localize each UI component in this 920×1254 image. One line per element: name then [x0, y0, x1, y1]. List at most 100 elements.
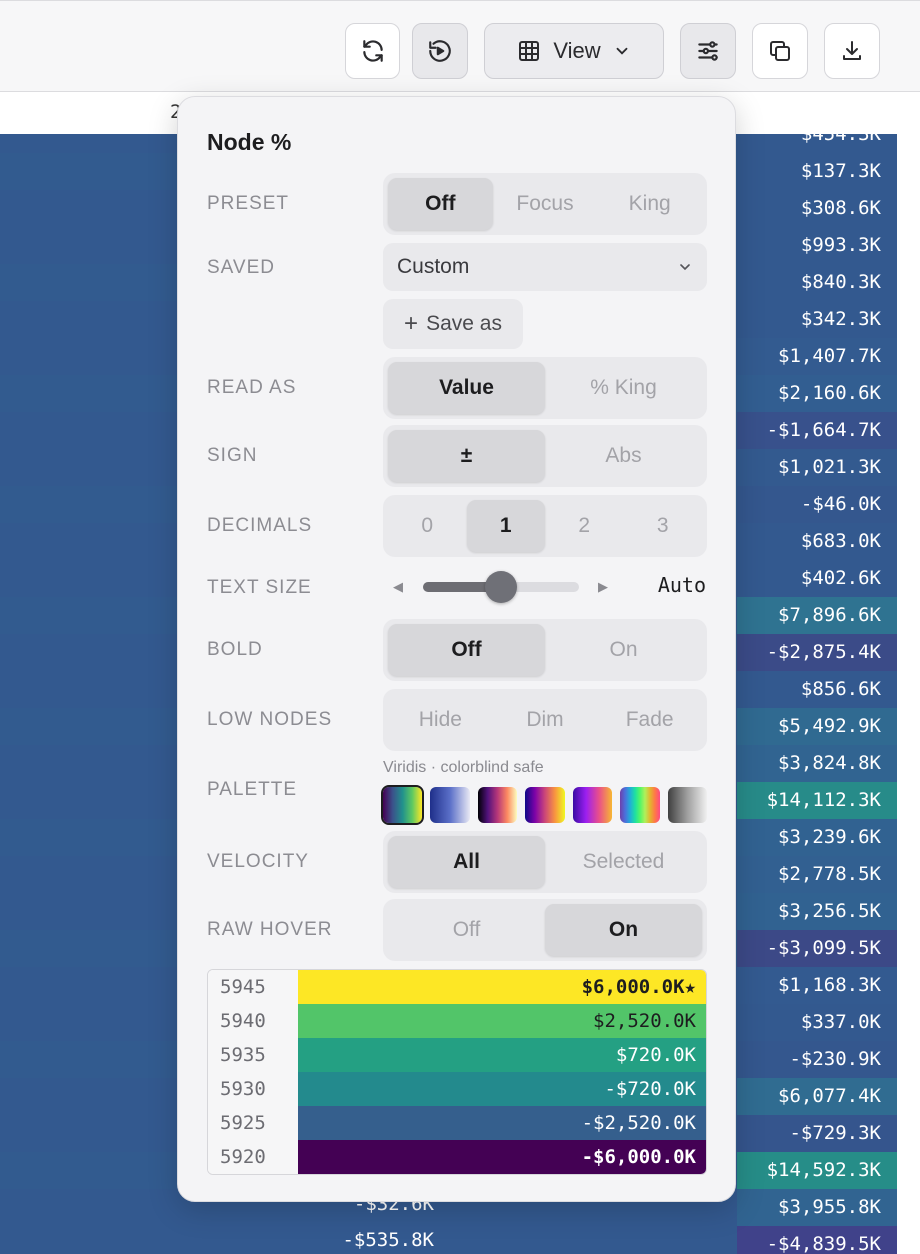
settings-sliders-button[interactable]: [680, 23, 736, 79]
heatmap-value-cell[interactable]: $1,407.7K: [737, 338, 897, 375]
decimals-option[interactable]: 2: [545, 500, 624, 552]
heatmap-value-cell[interactable]: $5,492.9K: [737, 708, 897, 745]
decimals-option[interactable]: 3: [624, 500, 703, 552]
heatmap-value-cell[interactable]: $308.6K: [737, 190, 897, 227]
heatmap-value-cell[interactable]: $3,256.5K: [737, 893, 897, 930]
palette-swatch[interactable]: [572, 787, 613, 823]
palette-swatch[interactable]: [525, 787, 565, 823]
scroll-gutter: [897, 967, 920, 1004]
scroll-gutter: [897, 930, 920, 967]
palette-swatch[interactable]: [477, 787, 518, 823]
scroll-gutter: [897, 264, 920, 301]
decimals-option[interactable]: 1: [466, 500, 545, 552]
replay-icon: [429, 40, 451, 62]
scroll-gutter: [897, 227, 920, 264]
heatmap-value-cell[interactable]: -$4,839.5K: [737, 1226, 897, 1254]
preset-option[interactable]: King: [597, 178, 702, 230]
palette-swatch[interactable]: [380, 785, 425, 825]
heatmap-value-cell[interactable]: $856.6K: [737, 671, 897, 708]
heatmap-value-cell[interactable]: -$3,099.5K: [737, 930, 897, 967]
heatmap-value-cell[interactable]: $342.3K: [737, 301, 897, 338]
heatmap-value-cell[interactable]: -$46.0K: [737, 486, 897, 523]
velocity-segmented-control: All Selected: [383, 831, 707, 893]
refresh-icon: [362, 40, 383, 62]
heatmap-value-cell[interactable]: $2,778.5K: [737, 856, 897, 893]
raw-hover-option[interactable]: Off: [388, 904, 545, 956]
scroll-gutter: [897, 1152, 920, 1189]
scroll-gutter: [897, 1004, 920, 1041]
palette-swatch[interactable]: [620, 787, 660, 823]
palette-swatch[interactable]: [430, 787, 470, 823]
heatmap-value-cell[interactable]: $454.3K: [737, 134, 897, 153]
heatmap-value-cell[interactable]: $337.0K: [737, 1004, 897, 1041]
refresh-button[interactable]: [345, 23, 400, 79]
sign-option[interactable]: ±: [388, 430, 545, 482]
copy-button[interactable]: [752, 23, 808, 79]
sign-option[interactable]: Abs: [545, 430, 702, 482]
scroll-gutter: [897, 560, 920, 597]
bold-option[interactable]: Off: [388, 624, 545, 676]
heatmap-value-cell[interactable]: $2,160.6K: [737, 375, 897, 412]
scroll-gutter: [897, 412, 920, 449]
download-button[interactable]: [824, 23, 880, 79]
heatmap-value-cell[interactable]: $7,896.6K: [737, 597, 897, 634]
legend-level: 5945: [208, 970, 298, 1004]
view-menu-button[interactable]: View: [484, 23, 664, 79]
low-nodes-option[interactable]: Fade: [597, 694, 702, 746]
heatmap-value-cell[interactable]: $3,824.8K: [737, 745, 897, 782]
heatmap-value-cell[interactable]: -$729.3K: [737, 1115, 897, 1152]
replay-button[interactable]: [412, 23, 468, 79]
velocity-option[interactable]: All: [388, 836, 545, 888]
heatmap-value-cell[interactable]: $402.6K: [737, 560, 897, 597]
scroll-gutter: [897, 782, 920, 819]
saved-label: SAVED: [207, 257, 276, 278]
preset-option[interactable]: Focus: [493, 178, 598, 230]
text-size-increase-icon[interactable]: ▶: [598, 579, 608, 595]
legend-value: $6,000.0K★: [298, 970, 706, 1004]
scroll-gutter: [897, 819, 920, 856]
heatmap-value-cell[interactable]: -$535.8K: [180, 1222, 450, 1254]
heatmap-value-cell[interactable]: -$1,664.7K: [737, 412, 897, 449]
text-size-value: Auto: [657, 573, 706, 597]
heatmap-value-cell[interactable]: -$2,875.4K: [737, 634, 897, 671]
read-as-option[interactable]: Value: [388, 362, 545, 414]
scroll-gutter: [897, 449, 920, 486]
text-size-slider-handle[interactable]: [485, 571, 517, 603]
heatmap-value-cell[interactable]: $14,112.3K: [737, 782, 897, 819]
bold-option[interactable]: On: [545, 624, 702, 676]
raw-hover-option[interactable]: On: [545, 904, 702, 956]
saved-select[interactable]: Custom: [383, 243, 707, 291]
text-size-decrease-icon[interactable]: ◀: [393, 579, 403, 595]
scroll-gutter: [897, 486, 920, 523]
heatmap-value-cell[interactable]: $840.3K: [737, 264, 897, 301]
preset-option[interactable]: Off: [388, 178, 493, 230]
low-nodes-option[interactable]: Dim: [493, 694, 598, 746]
scroll-gutter: [897, 190, 920, 227]
palette-swatch[interactable]: [667, 787, 707, 823]
scroll-gutter: [897, 134, 920, 153]
heatmap-value-cell[interactable]: $3,955.8K: [737, 1189, 897, 1226]
save-as-button[interactable]: + Save as: [383, 299, 523, 349]
heatmap-value-cell[interactable]: $1,168.3K: [737, 967, 897, 1004]
heatmap-value-cell[interactable]: $993.3K: [737, 227, 897, 264]
heatmap-value-cell[interactable]: $14,592.3K: [737, 1152, 897, 1189]
read-as-option[interactable]: % King: [545, 362, 702, 414]
decimals-option[interactable]: 0: [388, 500, 467, 552]
node-percent-panel: Node % PRESET Off Focus King SAVED Custom …: [177, 96, 736, 1202]
scroll-gutter: [897, 375, 920, 412]
legend-row: 5925 -$2,520.0K: [208, 1106, 706, 1140]
heatmap-value-cell[interactable]: $3,239.6K: [737, 819, 897, 856]
raw-hover-label: RAW HOVER: [207, 919, 333, 940]
scroll-gutter: [897, 893, 920, 930]
heatmap-value-cell[interactable]: $137.3K: [737, 153, 897, 190]
scroll-gutter: [897, 671, 920, 708]
sliders-icon: [698, 41, 718, 61]
heatmap-value-cell[interactable]: -$230.9K: [737, 1041, 897, 1078]
palette-label: PALETTE: [207, 779, 298, 800]
bold-segmented-control: Off On: [383, 619, 707, 681]
heatmap-value-cell[interactable]: $1,021.3K: [737, 449, 897, 486]
heatmap-value-cell[interactable]: $6,077.4K: [737, 1078, 897, 1115]
low-nodes-option[interactable]: Hide: [388, 694, 493, 746]
velocity-option[interactable]: Selected: [545, 836, 702, 888]
heatmap-value-cell[interactable]: $683.0K: [737, 523, 897, 560]
